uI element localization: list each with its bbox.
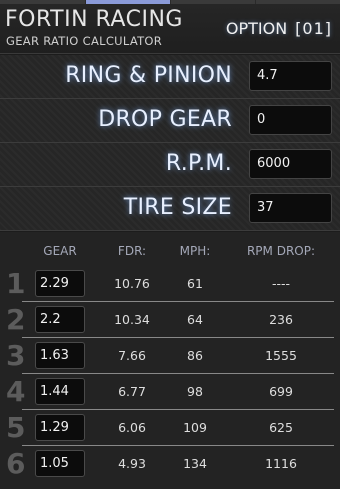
fdr-value: 6.06 [118,420,146,435]
table-row: 3 1.63 7.66 86 1555 [0,338,340,374]
rpm-drop-value: ---- [271,276,291,291]
table-row: 2 2.2 10.34 64 236 [0,302,340,338]
gear-number: 5 [6,411,26,444]
table-row: 5 1.29 6.06 109 625 [0,410,340,446]
ring-pinion-input[interactable]: 4.7 [249,61,332,91]
rpm-drop-value: 699 [269,384,293,399]
gear-ratio-input[interactable]: 2.2 [35,306,85,333]
gear-ratio-input[interactable]: 2.29 [35,270,85,297]
gear-ratio-input[interactable]: 1.44 [35,378,85,405]
gear-number: 3 [6,339,26,372]
gear-ratio-input[interactable]: 1.29 [35,414,85,441]
mph-value: 109 [183,420,207,435]
drop-gear-label: DROP GEAR [98,107,232,132]
tire-size-label: TIRE SIZE [123,195,232,220]
fdr-value: 10.76 [114,276,150,291]
drop-gear-input[interactable]: 0 [249,105,332,135]
table-row: 1 2.29 10.76 61 ---- [0,266,340,302]
fdr-value: 6.77 [118,384,146,399]
rpm-drop-value: 1116 [265,456,297,471]
input-panel: RING & PINION 4.7 DROP GEAR 0 R.P.M. 600… [0,55,340,231]
gear-number: 4 [6,375,26,408]
header-rpm-drop: RPM DROP: [246,244,316,258]
rpm-drop-value: 1555 [265,348,297,363]
fdr-value: 10.34 [114,312,150,327]
tire-size-row: TIRE SIZE 37 [0,187,340,231]
header-gear: GEAR [43,244,77,258]
gear-table: GEAR FDR: MPH: RPM DROP: 1 2.29 10.76 61… [0,232,340,489]
mph-value: 134 [183,456,207,471]
gear-number: 2 [6,303,26,336]
rpm-input[interactable]: 6000 [249,149,332,179]
fdr-value: 4.93 [118,456,146,471]
ring-pinion-label: RING & PINION [65,63,232,88]
option-value: [01] [295,19,332,38]
fdr-value: 7.66 [118,348,146,363]
app-subtitle: GEAR RATIO CALCULATOR [6,34,163,48]
rpm-drop-value: 236 [269,312,293,327]
mph-value: 64 [187,312,203,327]
gear-ratio-input[interactable]: 1.05 [35,450,85,477]
drop-gear-row: DROP GEAR 0 [0,99,340,143]
ring-pinion-row: RING & PINION 4.7 [0,55,340,99]
table-header: GEAR FDR: MPH: RPM DROP: [0,232,340,270]
mph-value: 98 [187,384,203,399]
table-row: 4 1.44 6.77 98 699 [0,374,340,410]
gear-ratio-input[interactable]: 1.63 [35,342,85,369]
rpm-row: R.P.M. 6000 [0,143,340,187]
rpm-drop-value: 625 [269,420,293,435]
gear-number: 6 [6,447,26,480]
option-selector[interactable]: OPTION [01] [226,19,332,39]
header-mph: MPH: [179,244,211,258]
option-label: OPTION [225,19,288,38]
mph-value: 61 [187,276,203,291]
brand-title: FORTIN RACING [5,7,183,32]
rpm-label: R.P.M. [165,151,232,176]
app-header: FORTIN RACING GEAR RATIO CALCULATOR OPTI… [0,4,340,54]
header-fdr: FDR: [117,244,147,258]
table-row: 6 1.05 4.93 134 1116 [0,446,340,482]
gear-number: 1 [6,267,26,300]
tire-size-input[interactable]: 37 [249,193,332,223]
mph-value: 86 [187,348,203,363]
